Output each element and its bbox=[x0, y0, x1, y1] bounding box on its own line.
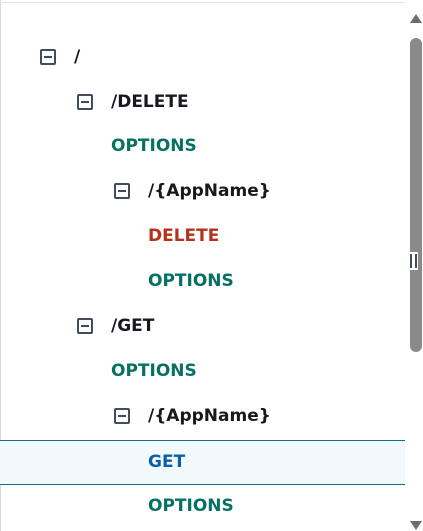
method-label[interactable]: OPTIONS bbox=[148, 484, 234, 529]
resize-handle-icon[interactable] bbox=[410, 252, 418, 270]
method-label[interactable]: OPTIONS bbox=[111, 349, 197, 394]
collapse-square-icon[interactable] bbox=[77, 94, 93, 110]
collapse-square-icon[interactable] bbox=[114, 408, 130, 424]
tree-node-method-options[interactable]: OPTIONS bbox=[0, 349, 405, 394]
method-label[interactable]: GET bbox=[148, 441, 185, 484]
method-label[interactable]: OPTIONS bbox=[148, 259, 234, 304]
panel-top-border bbox=[0, 2, 405, 3]
tree-node-method-options[interactable]: OPTIONS bbox=[0, 259, 405, 304]
collapse-square-icon[interactable] bbox=[40, 49, 56, 65]
scroll-up-arrow-icon[interactable] bbox=[410, 14, 422, 23]
tree-node-method-options[interactable]: OPTIONS bbox=[0, 124, 405, 169]
tree-node-delete-resource[interactable]: /DELETE bbox=[0, 80, 405, 125]
tree-node-appname-resource[interactable]: /{AppName} bbox=[0, 394, 405, 439]
tree-node-label[interactable]: /{AppName} bbox=[148, 394, 271, 439]
scrollbar-thumb[interactable] bbox=[410, 38, 422, 352]
tree-node-method-get-selected[interactable]: GET bbox=[0, 440, 405, 485]
resources-tree-panel: / /DELETE OPTIONS /{AppName} DELETE OPTI… bbox=[0, 0, 423, 531]
tree-node-label[interactable]: /DELETE bbox=[111, 80, 189, 125]
tree-node-label[interactable]: /GET bbox=[111, 304, 154, 349]
method-label[interactable]: DELETE bbox=[148, 214, 219, 259]
tree-node-label[interactable]: / bbox=[74, 35, 80, 80]
tree-node-label[interactable]: /{AppName} bbox=[148, 169, 271, 214]
tree-node-get-resource[interactable]: /GET bbox=[0, 304, 405, 349]
method-label[interactable]: OPTIONS bbox=[111, 124, 197, 169]
tree-node-method-options[interactable]: OPTIONS bbox=[0, 484, 405, 529]
tree-node-appname-resource[interactable]: /{AppName} bbox=[0, 169, 405, 214]
scroll-down-arrow-icon[interactable] bbox=[410, 521, 422, 530]
tree-node-method-delete[interactable]: DELETE bbox=[0, 214, 405, 259]
collapse-square-icon[interactable] bbox=[77, 318, 93, 334]
collapse-square-icon[interactable] bbox=[114, 183, 130, 199]
tree-node-root[interactable]: / bbox=[0, 35, 405, 80]
